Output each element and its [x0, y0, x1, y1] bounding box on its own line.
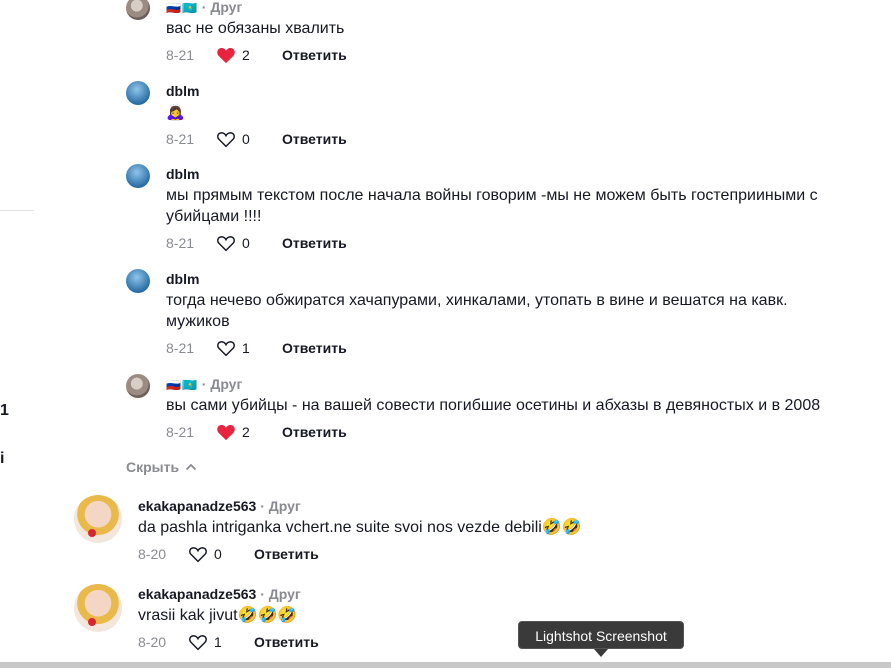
- like-count: 0: [214, 546, 222, 562]
- heart-icon[interactable]: [216, 423, 236, 441]
- heart-icon[interactable]: [216, 46, 236, 64]
- left-panel-fragment: 1: [0, 402, 9, 419]
- comment-text: тогда нечево обжиратся хачапурами, хинка…: [166, 292, 788, 330]
- heart-icon[interactable]: [188, 633, 208, 651]
- avatar[interactable]: [126, 374, 150, 398]
- avatar[interactable]: [74, 495, 122, 543]
- like-count: 1: [214, 634, 222, 650]
- comment-text: мы прямым текстом после начала войны гов…: [166, 187, 818, 225]
- comment-date: 8-20: [138, 634, 167, 650]
- comment-date: 8-20: [138, 546, 167, 562]
- comment-text: da pashla intriganka vchert.ne suite svo…: [138, 519, 582, 536]
- reply-button[interactable]: Ответить: [282, 47, 347, 63]
- collapse-replies-button[interactable]: Скрыть: [126, 459, 197, 475]
- friend-tag: Друг: [210, 0, 243, 15]
- comment-date: 8-21: [166, 235, 195, 251]
- like-count: 0: [242, 131, 250, 147]
- like-count: 1: [242, 340, 250, 356]
- friend-tag: Друг: [268, 586, 301, 602]
- comment-text: вас не обязаны хвалить: [166, 20, 345, 37]
- comment-date: 8-21: [166, 47, 195, 63]
- like-count: 0: [242, 235, 250, 251]
- friend-tag: Друг: [210, 376, 243, 392]
- username[interactable]: ekakapanadze563: [138, 586, 256, 602]
- username[interactable]: dblm: [166, 83, 199, 99]
- reply-button[interactable]: Ответить: [282, 235, 347, 251]
- like-count: 2: [242, 424, 250, 440]
- comment-date: 8-21: [166, 131, 195, 147]
- username[interactable]: ekakapanadze563: [138, 498, 256, 514]
- avatar[interactable]: [126, 269, 150, 293]
- heart-icon[interactable]: [188, 545, 208, 563]
- reply-button[interactable]: Ответить: [282, 424, 347, 440]
- avatar[interactable]: [126, 0, 150, 20]
- reply-button[interactable]: Ответить: [282, 340, 347, 356]
- friend-tag: Друг: [268, 498, 301, 514]
- comment-date: 8-21: [166, 424, 195, 440]
- reply-button[interactable]: Ответить: [254, 546, 319, 562]
- comment-text: вы сами убийцы - на вашей совести погибш…: [166, 397, 821, 414]
- reply-button[interactable]: Ответить: [254, 634, 319, 650]
- chevron-up-icon: [185, 463, 197, 471]
- reply-button[interactable]: Ответить: [282, 131, 347, 147]
- username-flags[interactable]: 🇷🇺🇰🇿: [166, 378, 198, 392]
- bottom-scroll-edge: [0, 662, 891, 668]
- comment-text: 🙇‍♀️: [166, 103, 185, 121]
- comment-text: vrasii kak jivut🤣🤣🤣: [138, 607, 298, 624]
- heart-icon[interactable]: [216, 130, 236, 148]
- avatar[interactable]: [74, 584, 122, 632]
- tooltip-arrow: [594, 649, 608, 657]
- avatar[interactable]: [126, 81, 150, 105]
- like-count: 2: [242, 47, 250, 63]
- heart-icon[interactable]: [216, 339, 236, 357]
- left-panel-fragment: i: [0, 450, 5, 467]
- comment-date: 8-21: [166, 340, 195, 356]
- username[interactable]: dblm: [166, 166, 199, 182]
- avatar[interactable]: [126, 164, 150, 188]
- collapse-label: Скрыть: [126, 459, 180, 475]
- left-panel-divider: [0, 210, 34, 211]
- username[interactable]: dblm: [166, 271, 199, 287]
- tooltip: Lightshot Screenshot: [518, 621, 684, 649]
- heart-icon[interactable]: [216, 234, 236, 252]
- username-flags[interactable]: 🇷🇺🇰🇿: [166, 1, 198, 15]
